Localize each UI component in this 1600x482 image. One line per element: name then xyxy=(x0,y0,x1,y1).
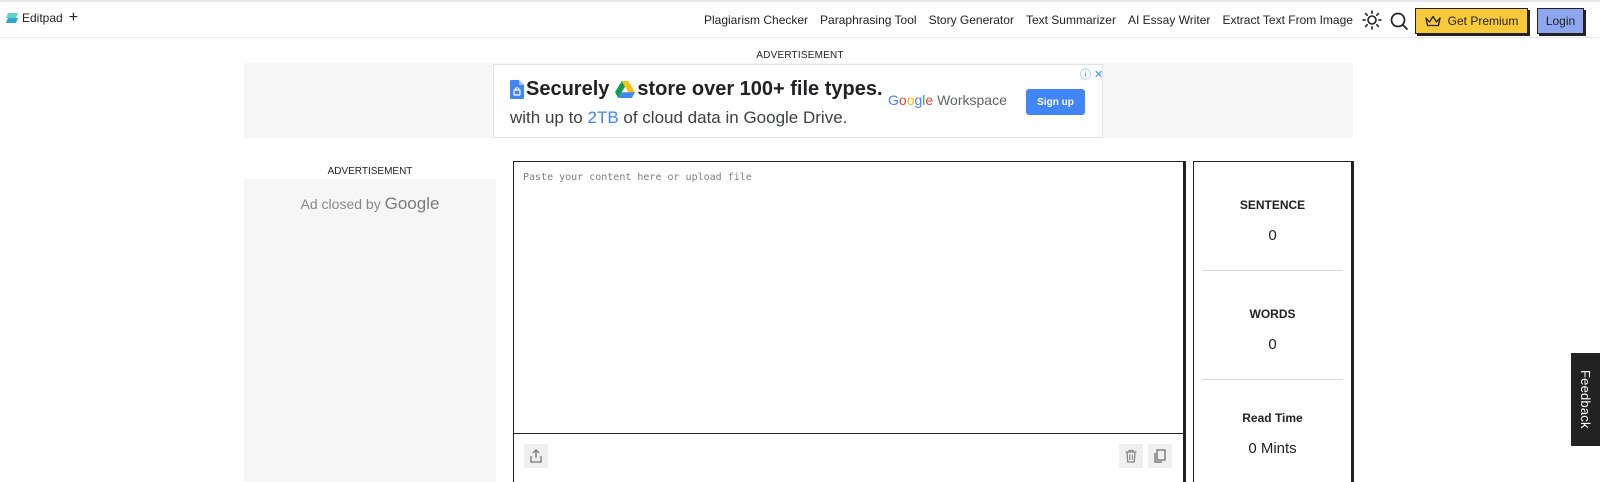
nav-paraphrasing-tool[interactable]: Paraphrasing Tool xyxy=(820,13,917,27)
editpad-logo-icon xyxy=(6,13,18,23)
google-docs-icon xyxy=(510,80,524,99)
words-label: WORDS xyxy=(1249,307,1296,321)
upload-button[interactable] xyxy=(524,444,548,468)
nav-plagiarism-checker[interactable]: Plagiarism Checker xyxy=(704,13,808,27)
ad-closed-text: Ad closed by xyxy=(300,196,381,212)
upload-icon xyxy=(530,449,542,463)
google-workspace-logo: Google Workspace xyxy=(888,92,1007,108)
google-drive-icon xyxy=(615,81,636,98)
google-wordmark: Google xyxy=(888,92,934,108)
ad-closed-message: Ad closed by Google xyxy=(244,194,496,214)
sentence-count: 0 xyxy=(1268,227,1277,244)
ad-closed-google: Google xyxy=(384,194,440,213)
login-button[interactable]: Login xyxy=(1537,8,1584,34)
theme-toggle-sun-icon[interactable] xyxy=(1362,10,1382,30)
top-ad-slot: Securely store over 100+ file types. wit… xyxy=(244,63,1353,138)
copy-button[interactable] xyxy=(1148,444,1172,468)
nav-ai-essay-writer[interactable]: AI Essay Writer xyxy=(1128,13,1210,27)
brand[interactable]: Editpad + xyxy=(6,9,79,26)
ad-subline-end: of cloud data in Google Drive. xyxy=(618,108,848,127)
ad-subline-start: with up to xyxy=(510,108,588,127)
feedback-tab[interactable]: Feedback xyxy=(1571,353,1600,446)
login-label: Login xyxy=(1545,14,1576,28)
ad-headline-rest: store over 100+ file types. xyxy=(637,78,883,100)
readtime-value: 0 Mints xyxy=(1248,440,1297,457)
site-header: Editpad + Plagiarism Checker Paraphrasin… xyxy=(0,2,1600,38)
stat-divider xyxy=(1202,270,1343,271)
readtime-stat: Read Time 0 Mints xyxy=(1202,411,1343,457)
stats-panel: SENTENCE 0 WORDS 0 Read Time 0 Mints xyxy=(1193,161,1354,482)
brand-name: Editpad xyxy=(22,11,63,25)
readtime-label: Read Time xyxy=(1242,411,1303,425)
delete-button[interactable] xyxy=(1119,444,1143,468)
sentence-stat: SENTENCE 0 xyxy=(1202,198,1343,244)
ad-headline: Securely store over 100+ file types. xyxy=(510,78,883,101)
content-input[interactable] xyxy=(514,162,1183,434)
ad-choices-icon[interactable]: ⓘ✕ xyxy=(1080,66,1106,82)
feedback-label: Feedback xyxy=(1578,370,1593,429)
trash-icon xyxy=(1125,449,1137,463)
main-nav: Plagiarism Checker Paraphrasing Tool Sto… xyxy=(704,13,1365,27)
top-ad-creative[interactable]: Securely store over 100+ file types. wit… xyxy=(493,64,1103,138)
text-editor xyxy=(513,161,1186,482)
nav-text-summarizer[interactable]: Text Summarizer xyxy=(1026,13,1116,27)
crown-icon xyxy=(1425,15,1441,27)
words-stat: WORDS 0 xyxy=(1202,307,1343,353)
search-icon[interactable] xyxy=(1389,11,1409,31)
get-premium-button[interactable]: Get Premium xyxy=(1415,8,1528,34)
stat-divider xyxy=(1202,379,1343,380)
get-premium-label: Get Premium xyxy=(1447,14,1519,28)
advertisement-label-top: ADVERTISEMENT xyxy=(756,50,844,61)
sentence-label: SENTENCE xyxy=(1239,198,1306,212)
brand-plus-icon: + xyxy=(68,9,79,26)
ad-signup-button[interactable]: Sign up xyxy=(1026,89,1085,115)
words-count: 0 xyxy=(1268,336,1277,353)
nav-extract-text-from-image[interactable]: Extract Text From Image xyxy=(1222,13,1352,27)
nav-story-generator[interactable]: Story Generator xyxy=(929,13,1014,27)
ad-subline-highlight: 2TB xyxy=(587,108,619,127)
workspace-wordmark: Workspace xyxy=(937,92,1007,108)
advertisement-label-left: ADVERTISEMENT xyxy=(327,166,413,177)
copy-icon xyxy=(1154,449,1166,463)
left-ad-slot: Ad closed by Google xyxy=(244,179,496,482)
ad-subline: with up to 2TB of cloud data in Google D… xyxy=(510,108,847,128)
ad-headline-word: Securely xyxy=(526,78,610,100)
